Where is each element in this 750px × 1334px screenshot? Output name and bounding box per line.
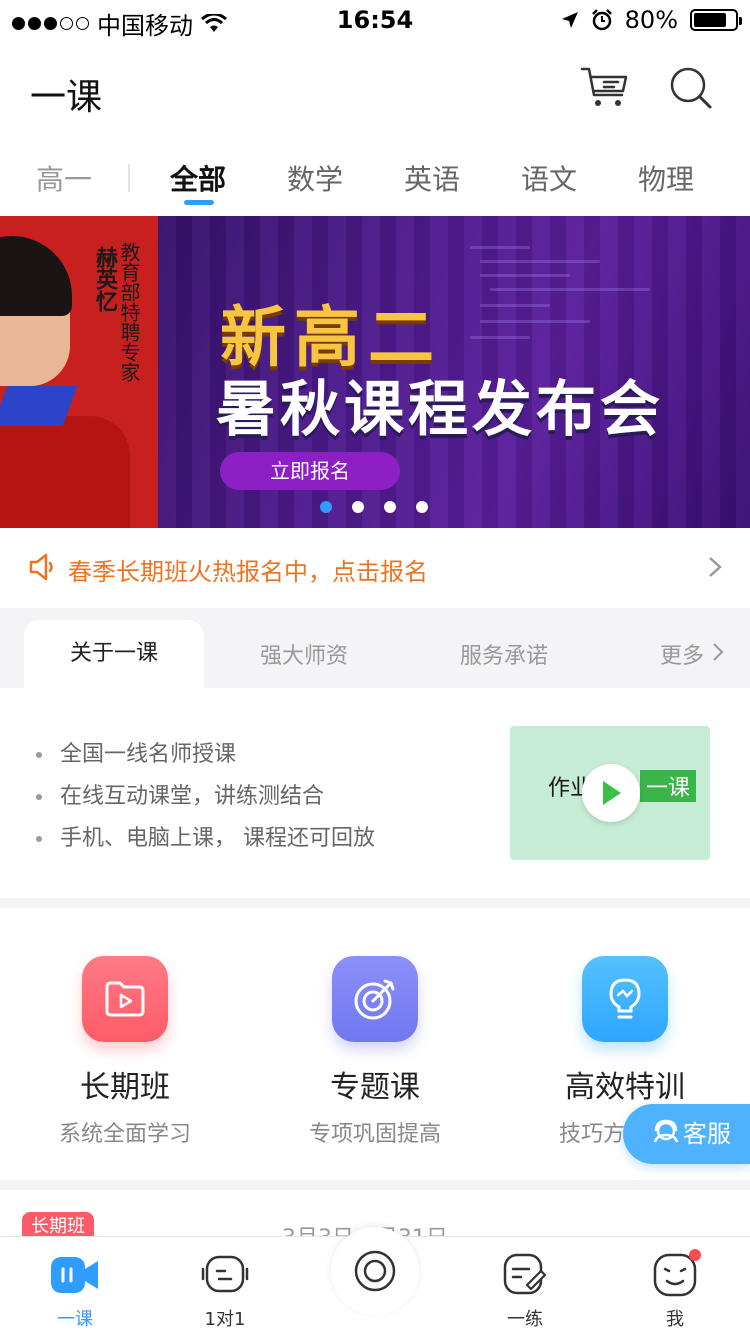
camera-button[interactable] bbox=[331, 1227, 419, 1315]
category-subtitle: 系统全面学习 bbox=[58, 1122, 191, 1147]
battery-icon bbox=[690, 9, 742, 31]
carousel-dot[interactable] bbox=[384, 501, 396, 513]
speaker-icon bbox=[29, 553, 53, 581]
tab-about[interactable]: 关于一课 bbox=[24, 620, 204, 688]
battery-percent: 80% bbox=[624, 6, 678, 34]
grade-selector[interactable]: 高一 bbox=[14, 158, 114, 198]
about-point: 在线互动课堂，讲练测结合 bbox=[36, 776, 375, 818]
cart-icon[interactable] bbox=[580, 65, 630, 110]
chevron-right-icon bbox=[713, 643, 724, 661]
carousel-dot[interactable] bbox=[320, 501, 332, 513]
banner-signup-button[interactable]: 立即报名 bbox=[220, 452, 400, 490]
tab-math[interactable]: 数学 bbox=[265, 158, 365, 198]
play-button[interactable] bbox=[582, 764, 640, 822]
nav-item-one-on-one[interactable]: 1对1 bbox=[175, 1251, 275, 1331]
robot-face-icon bbox=[201, 1251, 249, 1299]
edit-note-icon bbox=[501, 1251, 549, 1299]
category-title: 专题课 bbox=[330, 1070, 420, 1105]
nav-label: 一练 bbox=[507, 1309, 543, 1330]
tab-chinese[interactable]: 语文 bbox=[499, 158, 599, 198]
category-long-term[interactable]: 长期班 系统全面学习 bbox=[0, 956, 250, 1148]
chevron-right-icon bbox=[709, 557, 722, 577]
nav-item-practice[interactable]: 一练 bbox=[475, 1251, 575, 1331]
carousel-dot[interactable] bbox=[416, 501, 428, 513]
about-tabs: 关于一课 强大师资 服务承诺 更多 bbox=[0, 608, 750, 688]
notification-dot bbox=[689, 1249, 701, 1261]
teacher-title: 教育部特聘专家 bbox=[117, 242, 141, 382]
about-point: 全国一线名师授课 bbox=[36, 734, 375, 776]
video-camera-icon bbox=[51, 1251, 99, 1299]
video-label: 一课 bbox=[640, 770, 697, 802]
app-header: 一课 bbox=[0, 40, 750, 136]
smile-face-icon bbox=[651, 1249, 701, 1299]
notice-text: 春季长期班火热报名中，点击报名 bbox=[68, 558, 428, 586]
promo-banner[interactable]: 赫英忆 教育部特聘专家 新高二 暑秋课程发布会 立即报名 bbox=[0, 216, 750, 528]
category-subtitle: 专项巩固提高 bbox=[308, 1122, 441, 1147]
intro-video-thumbnail[interactable]: 作业 一课 bbox=[510, 726, 710, 860]
service-label: 客服 bbox=[683, 1120, 731, 1148]
banner-headline-2: 暑秋课程发布会 bbox=[216, 375, 664, 445]
status-right: 80% bbox=[561, 6, 742, 34]
nav-label: 一课 bbox=[57, 1309, 93, 1330]
play-icon bbox=[603, 781, 621, 805]
section-divider bbox=[0, 898, 750, 908]
search-icon[interactable] bbox=[668, 65, 714, 111]
bottom-navigation: 一课 1对1 一练 我 bbox=[0, 1227, 750, 1334]
target-icon bbox=[332, 956, 418, 1042]
category-title: 长期班 bbox=[80, 1070, 170, 1105]
nav-item-me[interactable]: 我 bbox=[625, 1249, 725, 1331]
nav-item-yike[interactable]: 一课 bbox=[25, 1251, 125, 1331]
category-special-topic[interactable]: 专题课 专项巩固提高 bbox=[250, 956, 500, 1148]
nav-label: 1对1 bbox=[204, 1309, 246, 1330]
camera-icon bbox=[354, 1250, 396, 1292]
about-content: 全国一线名师授课 在线互动课堂，讲练测结合 手机、电脑上课， 课程还可回放 作业… bbox=[0, 688, 750, 898]
folder-play-icon bbox=[82, 956, 168, 1042]
section-divider bbox=[0, 1180, 750, 1190]
nav-label: 我 bbox=[666, 1309, 684, 1330]
app-title: 一课 bbox=[30, 77, 103, 118]
tab-english[interactable]: 英语 bbox=[382, 158, 482, 198]
about-points: 全国一线名师授课 在线互动课堂，讲练测结合 手机、电脑上课， 课程还可回放 bbox=[36, 734, 375, 860]
alarm-icon bbox=[591, 9, 612, 31]
tab-all[interactable]: 全部 bbox=[148, 158, 248, 198]
about-point: 手机、电脑上课， 课程还可回放 bbox=[36, 818, 375, 860]
signup-notice[interactable]: 春季长期班火热报名中，点击报名 bbox=[0, 528, 750, 608]
tab-divider bbox=[128, 164, 130, 192]
teacher-panel: 赫英忆 教育部特聘专家 bbox=[0, 216, 158, 528]
headset-icon bbox=[653, 1119, 679, 1143]
lightbulb-icon bbox=[582, 956, 668, 1042]
subject-tabs: 高一 全部 数学 英语 语文 物理 bbox=[0, 140, 750, 216]
carousel-dots bbox=[320, 501, 428, 513]
tab-teachers[interactable]: 强大师资 bbox=[260, 638, 348, 670]
status-bar: 中国移动 16:54 80% bbox=[0, 0, 750, 40]
tab-service-promise[interactable]: 服务承诺 bbox=[460, 638, 548, 670]
carousel-dot[interactable] bbox=[352, 501, 364, 513]
customer-service-button[interactable]: 客服 bbox=[623, 1104, 750, 1164]
category-title: 高效特训 bbox=[565, 1070, 685, 1105]
teacher-name: 赫英忆 bbox=[92, 246, 117, 312]
tab-physics[interactable]: 物理 bbox=[616, 158, 716, 198]
active-tab-indicator bbox=[184, 200, 214, 205]
tab-more[interactable]: 更多 bbox=[660, 638, 704, 670]
location-arrow-icon bbox=[561, 12, 578, 28]
